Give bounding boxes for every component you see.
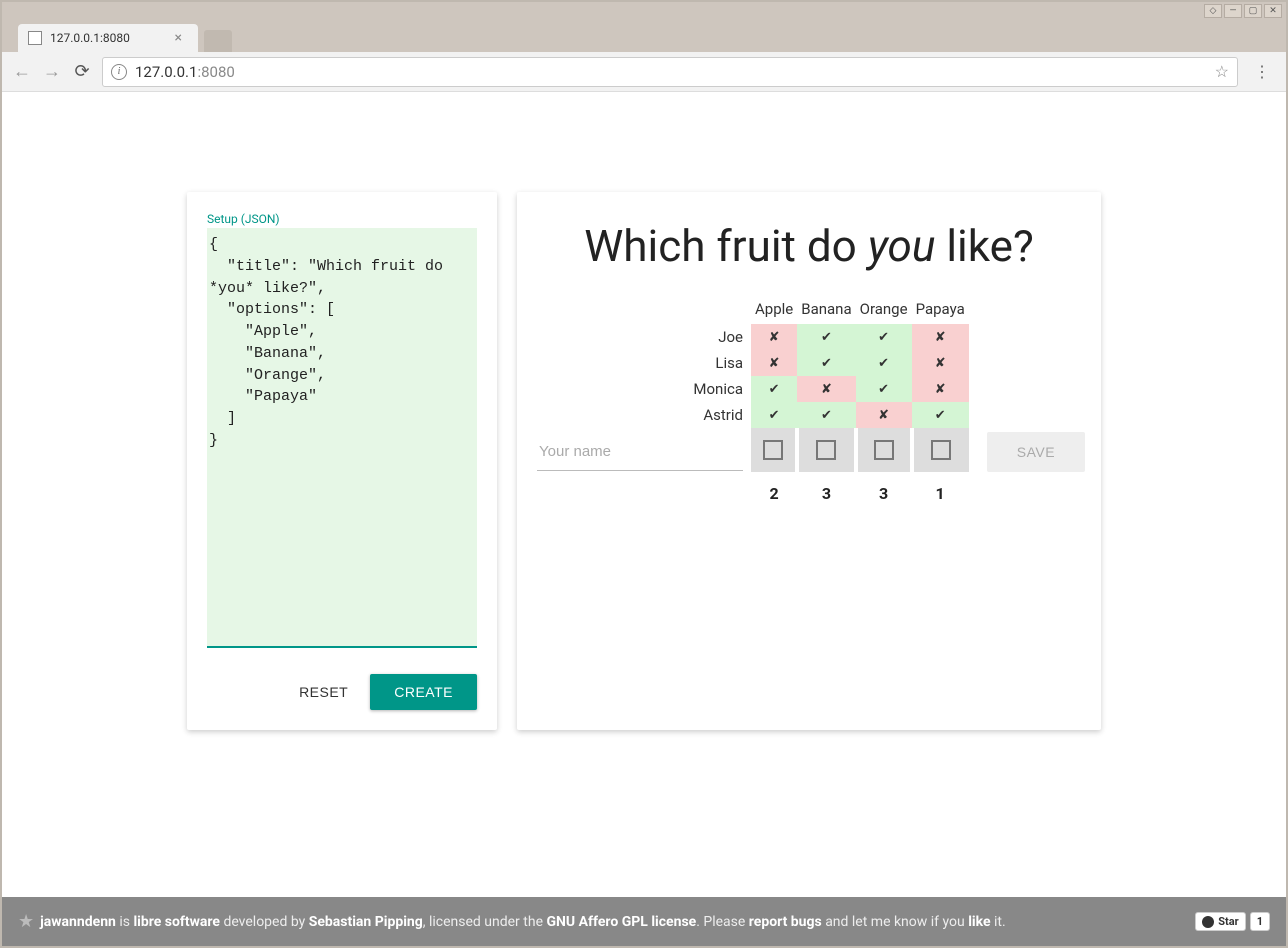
- voter-name: Joe: [537, 324, 751, 350]
- voter-name: Monica: [537, 376, 751, 402]
- voter-name: Lisa: [537, 350, 751, 376]
- your-name-input[interactable]: [537, 433, 743, 471]
- vote-yes: ✔: [856, 350, 912, 376]
- vote-row: Monica✔✘✔✘: [537, 376, 1085, 402]
- page-footer: ★ jawanndenn is libre software developed…: [2, 897, 1286, 946]
- vote-yes: ✔: [751, 376, 797, 402]
- tab-strip: 127.0.0.1:8080 ×: [2, 20, 1286, 52]
- vote-no: ✘: [751, 324, 797, 350]
- page-viewport: Setup (JSON) RESET CREATE Which fruit do…: [2, 92, 1286, 946]
- user-menu-button[interactable]: ◇: [1204, 4, 1222, 18]
- close-window-button[interactable]: ✕: [1264, 4, 1282, 18]
- setup-label: Setup (JSON): [207, 212, 477, 226]
- poll-title: Which fruit do you like?: [537, 220, 1081, 272]
- star-icon: ★: [18, 911, 34, 932]
- vote-yes: ✔: [856, 324, 912, 350]
- vote-input-row: SAVE: [537, 428, 1085, 472]
- github-star-count[interactable]: 1: [1250, 912, 1270, 931]
- option-header: Papaya: [912, 296, 969, 324]
- vote-checkbox[interactable]: [763, 440, 783, 460]
- maximize-button[interactable]: ▢: [1244, 4, 1262, 18]
- vote-no: ✘: [912, 376, 969, 402]
- voter-name: Astrid: [537, 402, 751, 428]
- vote-yes: ✔: [797, 324, 855, 350]
- forward-button[interactable]: →: [42, 62, 62, 82]
- tab-title: 127.0.0.1:8080: [50, 31, 130, 45]
- back-button[interactable]: ←: [12, 62, 32, 82]
- setup-json-textarea[interactable]: [207, 228, 477, 648]
- vote-no: ✘: [751, 350, 797, 376]
- github-icon: [1202, 916, 1214, 928]
- total-count: 1: [912, 472, 969, 503]
- poll-table: Apple Banana Orange Papaya Joe✘✔✔✘Lisa✘✔…: [537, 296, 1085, 503]
- browser-menu-icon[interactable]: ⋮: [1248, 62, 1276, 81]
- new-tab-button[interactable]: [204, 30, 232, 52]
- vote-row: Lisa✘✔✔✘: [537, 350, 1085, 376]
- option-header: Banana: [797, 296, 855, 324]
- reset-button[interactable]: RESET: [291, 674, 356, 710]
- poll-card: Which fruit do you like? Apple Banana Or…: [517, 192, 1101, 730]
- total-count: 3: [797, 472, 855, 503]
- option-header: Orange: [856, 296, 912, 324]
- poll-header-row: Apple Banana Orange Papaya: [537, 296, 1085, 324]
- vote-no: ✘: [912, 350, 969, 376]
- vote-no: ✘: [797, 376, 855, 402]
- vote-yes: ✔: [797, 402, 855, 428]
- total-count: 3: [856, 472, 912, 503]
- window-titlebar: ◇ — ▢ ✕: [2, 2, 1286, 20]
- option-header: Apple: [751, 296, 797, 324]
- vote-checkbox[interactable]: [816, 440, 836, 460]
- save-button[interactable]: SAVE: [987, 432, 1085, 472]
- vote-yes: ✔: [912, 402, 969, 428]
- footer-text: jawanndenn is libre software developed b…: [40, 914, 1006, 930]
- github-star-button[interactable]: Star: [1195, 912, 1245, 931]
- create-button[interactable]: CREATE: [370, 674, 477, 710]
- bookmark-star-icon[interactable]: ☆: [1215, 62, 1229, 81]
- close-tab-icon[interactable]: ×: [175, 30, 182, 46]
- total-count: 2: [751, 472, 797, 503]
- address-bar[interactable]: i 127.0.0.1:8080 ☆: [102, 57, 1238, 87]
- minimize-button[interactable]: —: [1224, 4, 1242, 18]
- file-icon: [28, 31, 42, 45]
- setup-card: Setup (JSON) RESET CREATE: [187, 192, 497, 730]
- vote-checkbox[interactable]: [931, 440, 951, 460]
- browser-toolbar: ← → ⟳ i 127.0.0.1:8080 ☆ ⋮: [2, 52, 1286, 92]
- url-text: 127.0.0.1:8080: [135, 63, 235, 81]
- vote-yes: ✔: [797, 350, 855, 376]
- vote-row: Astrid✔✔✘✔: [537, 402, 1085, 428]
- vote-no: ✘: [856, 402, 912, 428]
- vote-row: Joe✘✔✔✘: [537, 324, 1085, 350]
- totals-row: 2 3 3 1: [537, 472, 1085, 503]
- site-info-icon[interactable]: i: [111, 64, 127, 80]
- vote-checkbox[interactable]: [874, 440, 894, 460]
- vote-yes: ✔: [751, 402, 797, 428]
- vote-yes: ✔: [856, 376, 912, 402]
- browser-tab[interactable]: 127.0.0.1:8080 ×: [18, 24, 198, 52]
- vote-no: ✘: [912, 324, 969, 350]
- reload-button[interactable]: ⟳: [72, 62, 92, 82]
